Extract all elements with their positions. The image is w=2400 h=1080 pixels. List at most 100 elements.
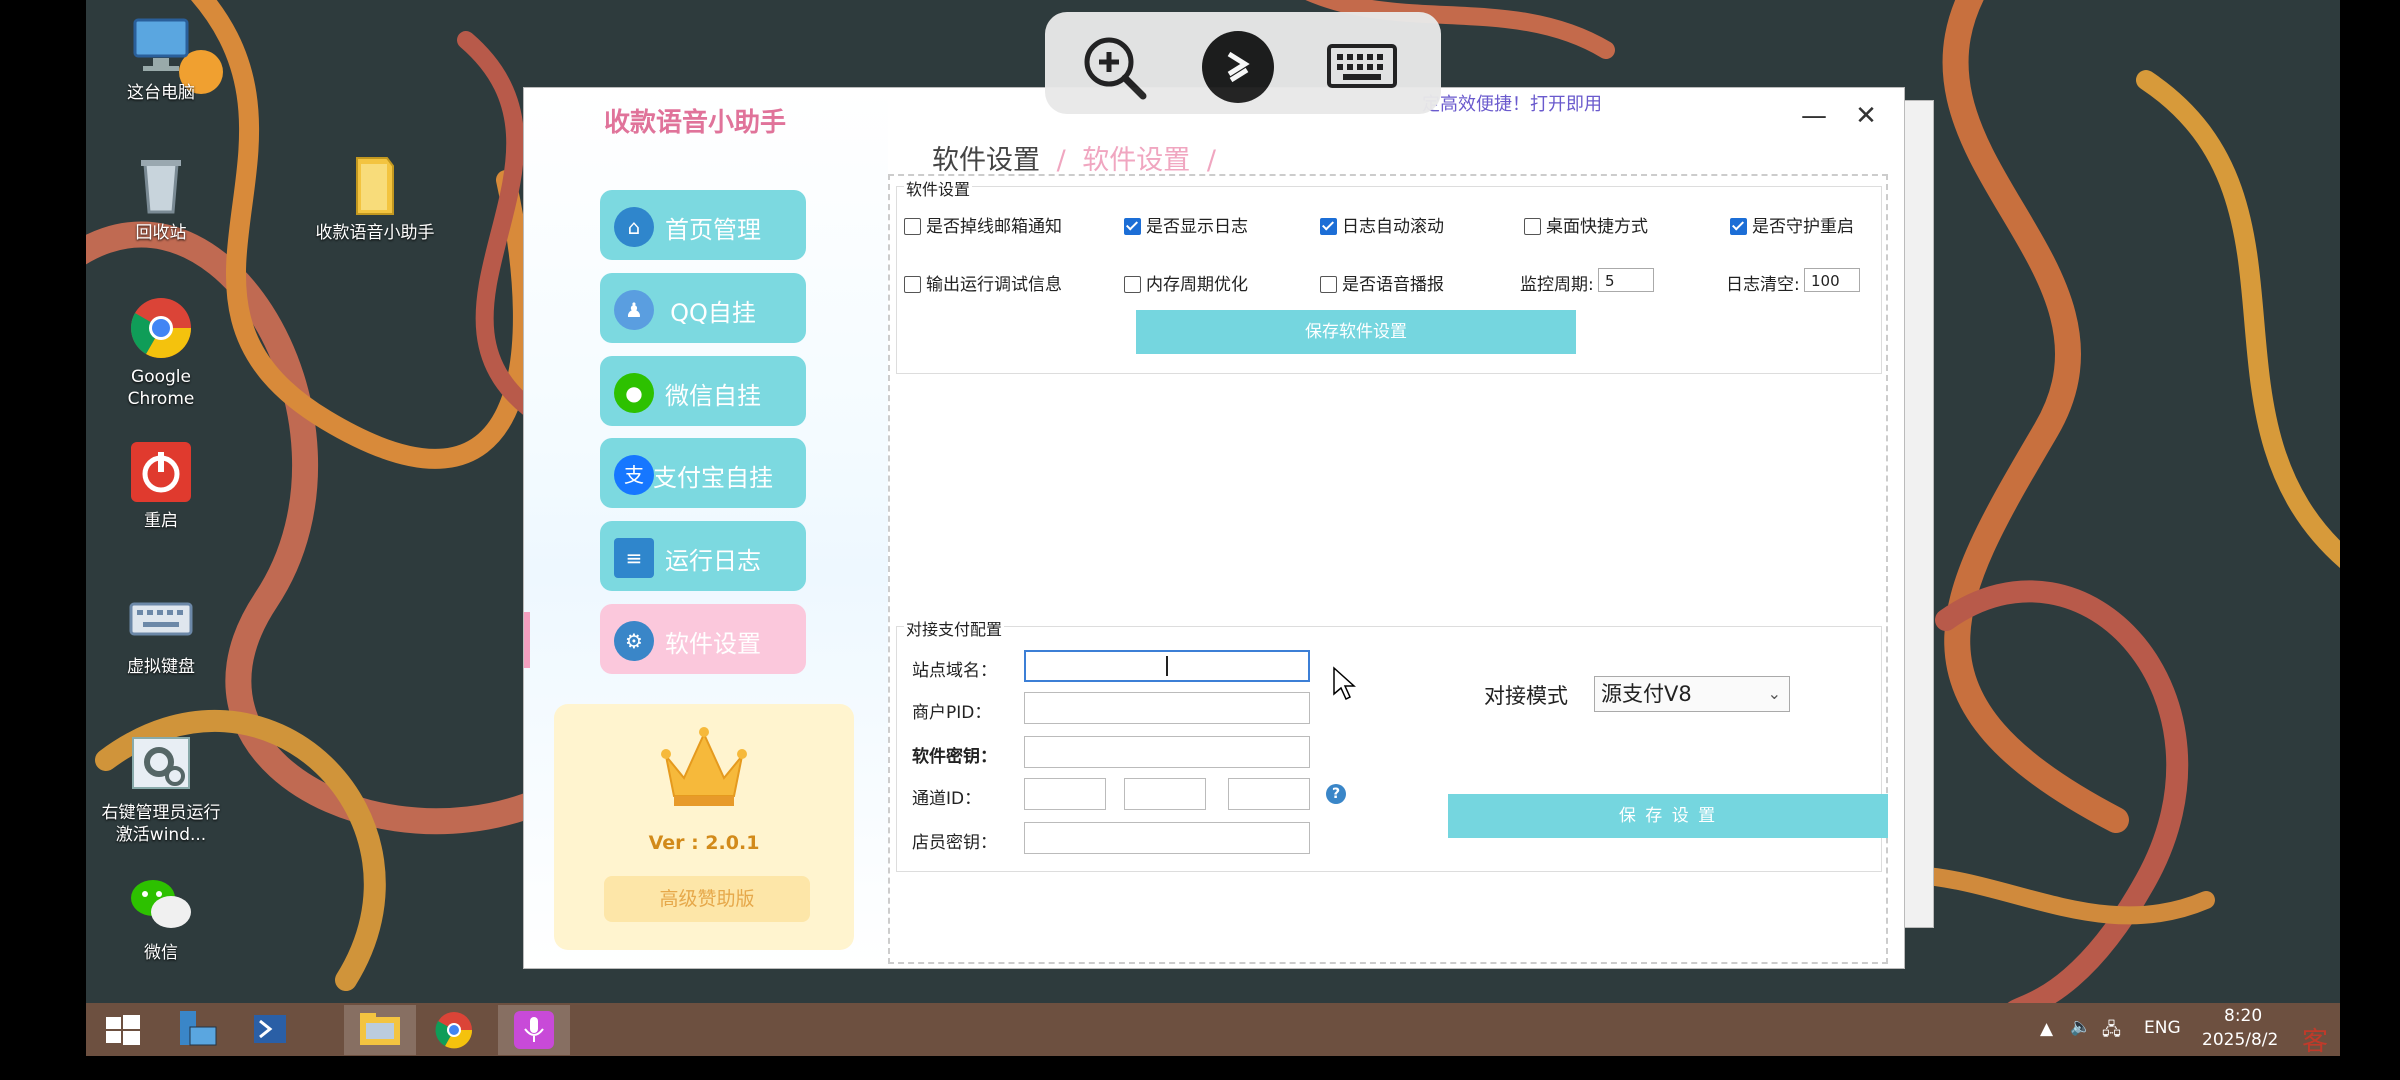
taskbar-chrome[interactable]	[418, 1005, 490, 1055]
checkbox-show-log[interactable]: 是否显示日志	[1124, 212, 1248, 237]
channel-id-input-3[interactable]	[1228, 778, 1310, 810]
save-software-settings-button[interactable]: 保存软件设置	[1136, 310, 1576, 354]
monitor-period-input[interactable]: 5	[1598, 268, 1654, 292]
power-icon	[129, 440, 193, 504]
checkbox-box[interactable]	[1320, 218, 1337, 235]
checkbox-box[interactable]	[1124, 218, 1141, 235]
desktop-icon-virtual-keyboard[interactable]: 虚拟键盘	[96, 586, 226, 678]
zoom-in-icon[interactable]	[1077, 30, 1151, 104]
app-window: 收款语音小助手 ⌂ 首页管理 ♟ QQ自挂 ● 微信自挂 支 支付宝自挂 ≡ 运…	[524, 88, 1904, 968]
checkbox-auto-scroll[interactable]: 日志自动滚动	[1320, 212, 1444, 237]
payment-config-title: 对接支付配置	[904, 616, 1005, 640]
computer-icon	[129, 12, 193, 76]
settings-app-icon	[129, 732, 193, 796]
system-tray: ▲ 🔈 🖧 ENG 8:20 2025/8/2 客	[2040, 1003, 2340, 1057]
channel-id-input-1[interactable]	[1024, 778, 1106, 810]
tray-expand-icon[interactable]: ▲	[2040, 1019, 2053, 1039]
checkbox-box[interactable]	[1730, 218, 1747, 235]
connect-mode-select[interactable]: 源支付V8 ⌄	[1594, 676, 1790, 712]
nav-wechat[interactable]: ● 微信自挂	[600, 356, 806, 426]
start-button[interactable]	[86, 1005, 158, 1055]
taskbar: ▲ 🔈 🖧 ENG 8:20 2025/8/2 客	[86, 1003, 2340, 1057]
desktop-icon-chrome[interactable]: Google Chrome	[96, 296, 226, 410]
checkbox-guard-restart[interactable]: 是否守护重启	[1730, 212, 1854, 237]
checkbox-debug-output[interactable]: 输出运行调试信息	[904, 270, 1062, 295]
checkbox-desktop-shortcut[interactable]: 桌面快捷方式	[1524, 212, 1648, 237]
checkbox-box[interactable]	[1124, 276, 1141, 293]
clerk-key-input[interactable]	[1024, 822, 1310, 854]
watermark: 客	[2302, 1027, 2329, 1057]
folder-icon	[360, 1013, 400, 1045]
wechat-icon	[129, 872, 193, 936]
taskbar-file-explorer[interactable]	[344, 1005, 416, 1055]
monitor-period-label: 监控周期:	[1520, 275, 1594, 295]
breadcrumb: 软件设置 / 软件设置 /	[932, 138, 1224, 177]
clock-time[interactable]: 8:20	[2224, 1006, 2262, 1026]
top-link[interactable]: 定高效便捷！打开即用	[1422, 90, 1602, 116]
breadcrumb-separator: /	[1056, 145, 1066, 176]
chevron-down-icon: ⌄	[1767, 684, 1781, 703]
desktop-icon-wechat[interactable]: 微信	[96, 872, 226, 964]
connect-mode-label: 对接模式	[1484, 684, 1568, 708]
taskbar-voice-assistant[interactable]	[498, 1005, 570, 1055]
checkbox-box[interactable]	[904, 218, 921, 235]
site-domain-input[interactable]	[1024, 650, 1310, 682]
windows-logo-icon	[106, 1015, 140, 1045]
mouse-cursor-icon	[1333, 666, 1356, 701]
log-clear-input[interactable]: 100	[1804, 268, 1860, 292]
desktop-icon-recycle-bin[interactable]: 回收站	[96, 152, 226, 244]
checkbox-email-offline[interactable]: 是否掉线邮箱通知	[904, 212, 1062, 237]
nav-software-settings[interactable]: ⚙ 软件设置	[600, 604, 806, 674]
recycle-bin-icon	[129, 152, 193, 216]
desktop-icon-app-folder[interactable]: 收款语音小助手	[310, 152, 440, 244]
breadcrumb-root[interactable]: 软件设置	[932, 145, 1040, 176]
keyboard-icon[interactable]	[1325, 30, 1399, 104]
channel-id-label: 通道ID：	[912, 789, 982, 809]
clerk-key-label: 店员密钥：	[912, 833, 997, 853]
breadcrumb-separator: /	[1206, 145, 1216, 176]
merchant-pid-input[interactable]	[1024, 692, 1310, 724]
text-caret	[1166, 656, 1168, 676]
checkbox-box[interactable]	[1524, 218, 1541, 235]
sidebar: 收款语音小助手 ⌂ 首页管理 ♟ QQ自挂 ● 微信自挂 支 支付宝自挂 ≡ 运…	[524, 88, 888, 968]
taskbar-powershell[interactable]	[234, 1005, 306, 1055]
desktop-icon-restart[interactable]: 重启	[96, 440, 226, 532]
site-domain-label: 站点域名：	[912, 661, 997, 681]
network-icon[interactable]: 🖧	[2102, 1017, 2121, 1046]
nav-home[interactable]: ⌂ 首页管理	[600, 190, 806, 260]
remote-connect-icon[interactable]	[1201, 30, 1275, 104]
volume-icon[interactable]: 🔈	[2070, 1017, 2091, 1037]
desktop-icon-activate-windows[interactable]: 右键管理员运行激活wind...	[96, 732, 226, 846]
microphone-icon	[514, 1011, 554, 1049]
version-label: Ver : 2.0.1	[648, 832, 760, 854]
nav-qq[interactable]: ♟ QQ自挂	[600, 273, 806, 343]
checkbox-memory-optimize[interactable]: 内存周期优化	[1124, 270, 1248, 295]
clock-date[interactable]: 2025/8/2	[2202, 1030, 2278, 1050]
checkbox-voice-broadcast[interactable]: 是否语音播报	[1320, 270, 1444, 295]
language-indicator[interactable]: ENG	[2144, 1018, 2181, 1038]
nav-run-log[interactable]: ≡ 运行日志	[600, 521, 806, 591]
folder-icon	[343, 152, 407, 216]
channel-id-input-2[interactable]	[1124, 778, 1206, 810]
crown-icon	[661, 727, 747, 806]
help-icon[interactable]: ?	[1326, 784, 1346, 804]
app-title: 收款语音小助手	[604, 108, 787, 138]
desktop-icon-this-pc[interactable]: 这台电脑	[96, 12, 226, 104]
taskbar-server-manager[interactable]	[160, 1005, 232, 1055]
chrome-icon	[129, 296, 193, 360]
software-key-label: 软件密钥：	[912, 747, 997, 767]
close-button[interactable]: ✕	[1844, 98, 1888, 134]
premium-button[interactable]: 高级赞助版	[604, 876, 810, 922]
minimize-button[interactable]: —	[1792, 98, 1836, 134]
merchant-pid-label: 商户PID：	[912, 703, 992, 723]
checkbox-box[interactable]	[904, 276, 921, 293]
keyboard-icon	[129, 586, 193, 650]
checkbox-box[interactable]	[1320, 276, 1337, 293]
software-settings-title: 软件设置	[904, 176, 973, 200]
active-nav-marker	[524, 612, 530, 668]
content-panel: 软件设置 是否掉线邮箱通知 是否显示日志 日志自动滚动 桌面快捷方式 是否守护重…	[888, 174, 1888, 964]
save-payment-settings-button[interactable]: 保 存 设 置	[1448, 794, 1888, 838]
software-key-input[interactable]	[1024, 736, 1310, 768]
nav-alipay[interactable]: 支 支付宝自挂	[600, 438, 806, 508]
breadcrumb-current: 软件设置	[1082, 145, 1191, 176]
